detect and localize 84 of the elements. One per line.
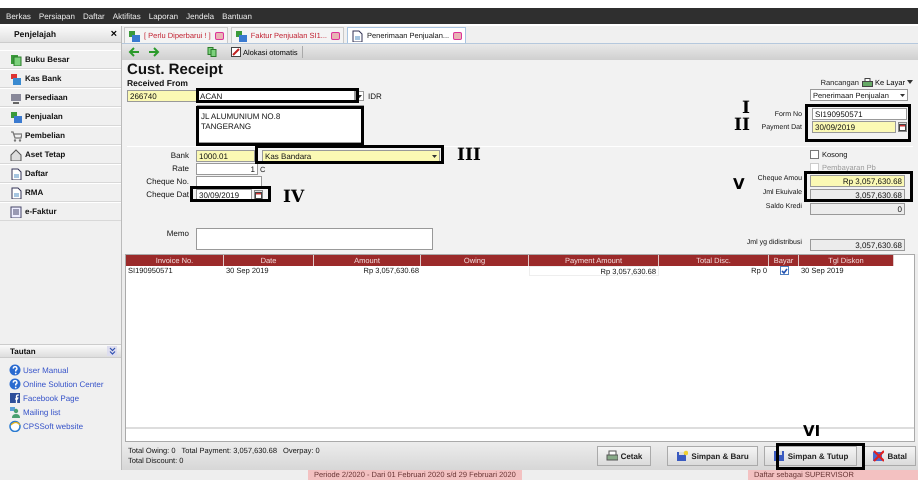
annotation-label: I [742,100,750,117]
menu-item[interactable]: Jendela [186,12,214,20]
back-arrow-icon[interactable] [128,47,140,57]
action-button[interactable]: Simpan & Baru [667,446,758,466]
action-button[interactable]: Simpan & Tutup [764,446,858,466]
customer-code-field[interactable]: 266740 [127,90,197,102]
action-button[interactable]: Batal [863,446,916,466]
rate-field[interactable]: 1 [196,163,258,175]
annotation-label: IV [283,189,304,206]
printer-icon [606,450,618,462]
cash-register-icon [10,72,22,84]
monitor-icon [10,92,22,104]
link[interactable]: Facebook Page [23,394,80,402]
collapse-button[interactable] [107,346,117,356]
sidebar-item[interactable]: RMA [0,183,121,202]
help-icon [9,378,21,390]
person-icon [9,406,21,418]
caret-icon [907,80,913,84]
date-field[interactable]: 30/09/2019 [812,121,896,133]
globe-icon [9,420,21,432]
document-icon [351,30,363,42]
caret-icon [357,94,362,98]
field-label: Bank [170,150,189,162]
copy-icon[interactable] [206,47,218,57]
field-label: Memo [166,228,189,240]
sidebar-item[interactable]: Daftar [0,164,121,183]
currency-label: IDR [368,92,382,100]
section-label: Received From [127,78,189,89]
document-icon [10,168,22,180]
menu-item[interactable]: Persiapan [38,12,75,20]
annotation-label: III [457,147,481,164]
sidebar-item[interactable]: e-Faktur [0,202,121,221]
menu-item[interactable]: Aktifitas [112,12,141,20]
bank-code-field[interactable]: 1000.01 [196,150,255,162]
annotation-label: V [733,177,745,192]
calendar-icon[interactable] [254,190,263,200]
caret-icon [900,94,905,96]
document-stack-icon [234,30,247,42]
sidebar-item[interactable]: Persediaan [0,88,121,107]
action-button[interactable]: Cetak [596,446,652,466]
cart-icon [10,130,22,142]
panel-title: Penjelajah [14,29,56,39]
menu-item[interactable]: Laporan [148,12,178,20]
form-title: Cust. Receipt [127,62,224,78]
link[interactable]: CPSSoft website [23,422,84,430]
annotation-label: II [734,117,750,134]
amount-field[interactable]: Rp 3,057,630.68 [810,175,905,187]
close-button[interactable]: × [110,28,117,40]
ledger-icon [10,54,22,66]
field-label: Rate [171,163,189,175]
sidebar-item[interactable]: Pembelian [0,126,121,145]
document-icon [10,186,22,198]
bank-name-field[interactable]: Kas Bandara [262,150,440,162]
field-label: Cheque Dat [145,189,189,201]
house-icon [10,148,22,160]
link[interactable]: Online Solution Center [23,380,104,388]
annotation-label: VI [803,424,820,439]
memo-field[interactable] [196,228,433,250]
forward-arrow-icon[interactable] [148,47,160,57]
sidebar-item[interactable]: Penjualan [0,107,121,126]
menu-item[interactable]: Berkas [6,12,31,20]
help-icon [9,364,21,376]
cancel-icon [872,450,884,462]
calendar-icon[interactable] [898,122,907,132]
document-stack-icon [128,30,140,42]
invoice-icon [10,206,22,218]
link[interactable]: User Manual [23,366,68,374]
sidebar-item[interactable]: Aset Tetap [0,145,121,164]
amount-field[interactable]: 3,057,630.68 [810,239,905,251]
document-stack-icon [10,110,22,122]
sidebar-item[interactable]: Buku Besar [0,50,121,69]
section-title: Tautan [10,346,36,356]
form-no-field[interactable]: SI190950571 [812,108,907,120]
menu-item[interactable]: Daftar [82,12,105,20]
link[interactable]: Mailing list [23,408,60,416]
checkbox[interactable] [780,266,788,275]
amount-field[interactable]: 0 [810,203,905,215]
field-label: Cheque No. [145,176,189,188]
printer-icon [862,78,873,86]
social-icon [9,392,21,404]
sidebar-item[interactable]: Kas Bank [0,69,121,88]
menu-item[interactable]: Bantuan [222,12,252,20]
caret-icon [432,154,437,158]
pencil-icon [231,47,241,57]
